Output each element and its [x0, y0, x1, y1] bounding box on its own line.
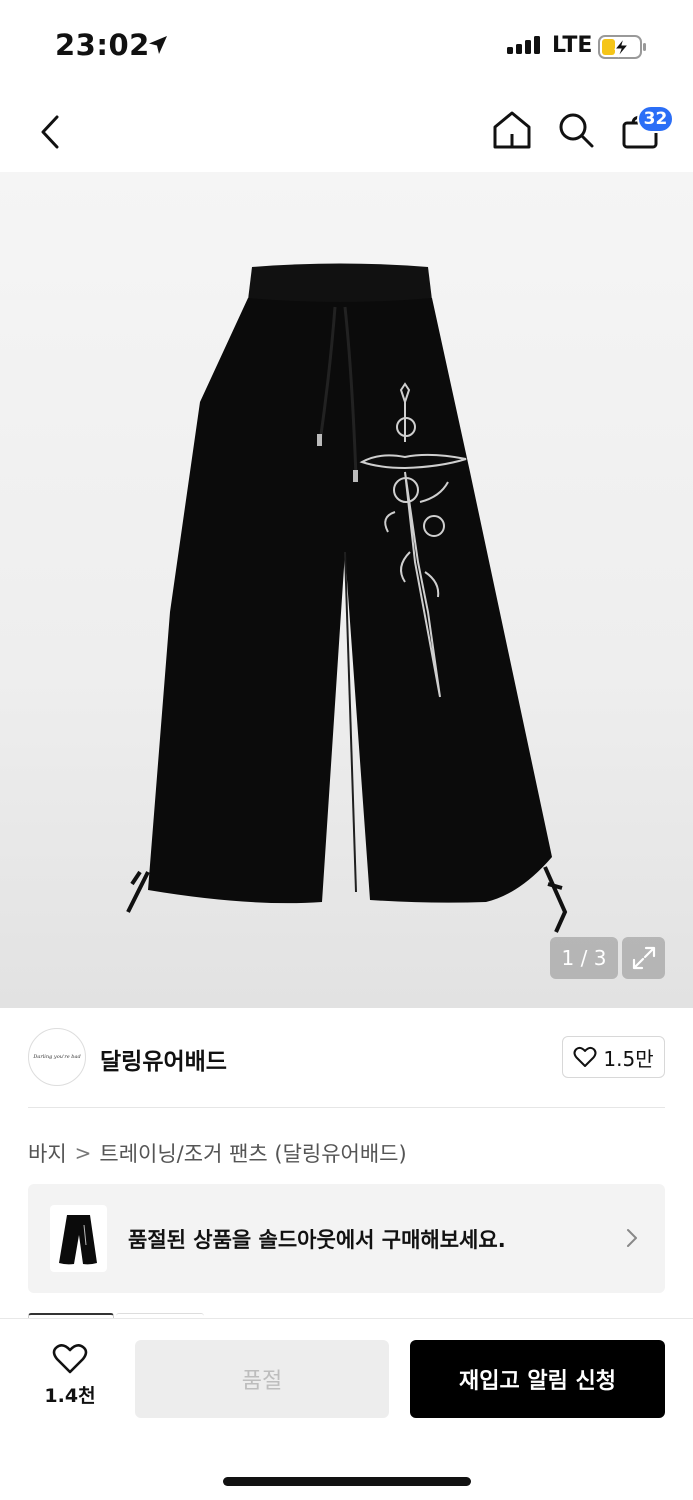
restock-alert-button[interactable]: 재입고 알림 신청: [410, 1340, 665, 1418]
product-like-button[interactable]: 1.4천: [30, 1343, 110, 1413]
chevron-right-icon: [627, 1229, 637, 1247]
product-image[interactable]: [0, 172, 693, 1008]
signal-icon: [507, 36, 540, 54]
home-icon[interactable]: [491, 110, 533, 150]
expand-image-button[interactable]: [622, 937, 665, 979]
heart-icon: [52, 1344, 88, 1374]
breadcrumb-subcategory[interactable]: 트레이닝/조거 팬츠 (달링유어배드): [99, 1138, 406, 1168]
brand-name[interactable]: 달링유어배드: [100, 1042, 227, 1076]
product-like-count: 1.4천: [44, 1385, 96, 1407]
breadcrumb-category[interactable]: 바지: [28, 1138, 67, 1168]
brand-like-button[interactable]: 1.5만: [562, 1036, 665, 1078]
brand-like-count: 1.5만: [603, 1046, 654, 1071]
brand-row[interactable]: Darling you're bad 달링유어배드 1.5만: [28, 1028, 665, 1088]
search-icon[interactable]: [556, 110, 596, 150]
home-indicator: [223, 1477, 471, 1486]
expand-icon: [632, 946, 655, 970]
network-label: LTE: [552, 33, 593, 58]
soldout-banner[interactable]: 품절된 상품을 솔드아웃에서 구매해보세요.: [28, 1184, 665, 1293]
status-time: 23:02: [55, 28, 150, 62]
heart-icon: [573, 1046, 597, 1067]
gallery-page-indicator: 1 / 3: [550, 937, 618, 979]
brand-logo[interactable]: Darling you're bad: [28, 1028, 86, 1086]
soldout-thumbnail: [50, 1205, 107, 1272]
top-nav: [0, 92, 693, 172]
soldout-banner-text: 품절된 상품을 솔드아웃에서 구매해보세요.: [128, 1228, 506, 1252]
breadcrumb-separator: >: [74, 1141, 92, 1165]
battery-charging-icon: [598, 35, 646, 59]
status-bar: 23:02 LTE: [0, 0, 693, 92]
soldout-button: 품절: [135, 1340, 389, 1418]
breadcrumb: 바지 > 트레이닝/조거 팬츠 (달링유어배드): [28, 1138, 407, 1168]
product-pants-image: [126, 263, 568, 933]
divider: [28, 1107, 665, 1108]
back-chevron-icon[interactable]: [36, 114, 64, 150]
location-arrow-icon: [149, 36, 167, 54]
cart-count-badge: 32: [637, 105, 674, 133]
